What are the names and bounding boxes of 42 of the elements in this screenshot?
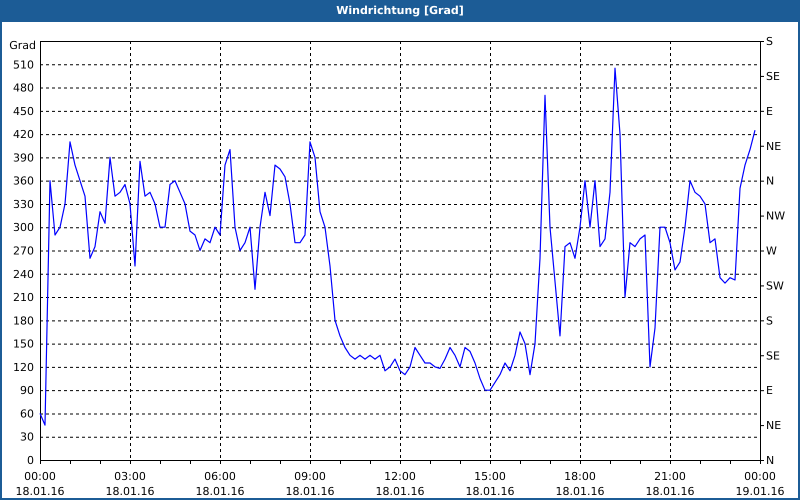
compass-tick-label: NW (766, 210, 786, 223)
x-tick-label: 12:00 18.01.16 (376, 470, 424, 498)
y-tick-label: 150 (13, 338, 34, 351)
window-title: Windrichtung [Grad] (2, 0, 798, 22)
y-tick-label: 480 (13, 82, 34, 95)
x-tick-label: 15:00 18.01.16 (466, 470, 514, 498)
y-tick-label: 510 (13, 58, 34, 72)
y-tick-label: 120 (13, 360, 34, 374)
compass-tick-label: E (766, 384, 773, 398)
y-tick-label: 270 (13, 244, 34, 258)
compass-tick-label: NE (766, 140, 782, 153)
y-tick-label: 30 (20, 430, 34, 444)
x-tick-label: 00:00 18.01.16 (16, 470, 64, 498)
y-tick-label: 240 (13, 268, 34, 281)
compass-tick-label: NE (766, 419, 782, 432)
compass-tick-label: SE (766, 70, 780, 83)
compass-tick-label: S (766, 314, 773, 328)
y-tick-label: 360 (13, 174, 34, 188)
x-tick-label: 03:00 18.01.16 (106, 470, 154, 498)
y-tick-label: 0 (27, 454, 34, 467)
y-tick-label: 210 (13, 291, 34, 304)
y-tick-label: 300 (13, 221, 34, 234)
compass-tick-label: S (766, 35, 773, 48)
x-tick-label: 00:00 19.01.16 (736, 470, 784, 498)
x-tick-label: 21:00 18.01.16 (646, 470, 694, 498)
y-tick-label: 390 (13, 151, 34, 164)
compass-tick-label: N (766, 174, 774, 188)
x-tick-label: 06:00 18.01.16 (196, 470, 244, 498)
x-tick-label: 18:00 18.01.16 (556, 470, 604, 498)
y-tick-label: 330 (13, 198, 34, 211)
y-tick-label: 180 (13, 314, 34, 328)
compass-tick-label: SE (766, 349, 780, 362)
y-tick-label: 90 (20, 384, 34, 398)
compass-tick-label: E (766, 104, 773, 118)
y-tick-label: 420 (13, 128, 34, 142)
compass-tick-label: SW (766, 279, 784, 292)
x-tick-label: 09:00 18.01.16 (286, 470, 334, 498)
y-tick-label: 450 (13, 104, 34, 118)
y-tick-label: 60 (20, 407, 34, 420)
compass-tick-label: W (766, 244, 777, 258)
y-axis-unit: Grad (9, 39, 36, 52)
compass-tick-label: N (766, 454, 774, 467)
